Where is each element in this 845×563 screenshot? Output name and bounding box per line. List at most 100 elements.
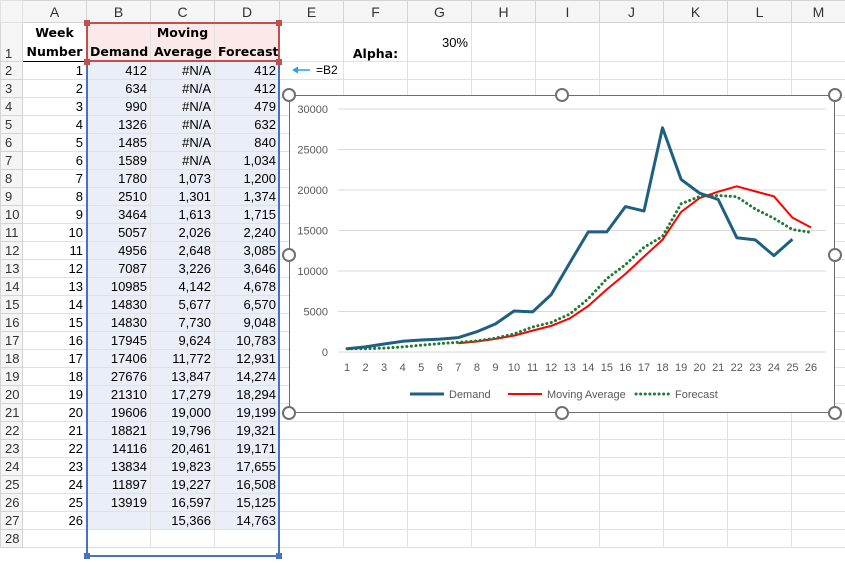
cell-A11[interactable]: 10 (22, 223, 87, 242)
cell-B26[interactable]: 13919 (86, 493, 151, 512)
chart-resize-handle[interactable] (555, 406, 569, 420)
cell-C26[interactable]: 16,597 (150, 493, 215, 512)
cell-F23[interactable] (343, 439, 408, 458)
cell-F26[interactable] (343, 493, 408, 512)
cell-G26[interactable] (407, 493, 472, 512)
cell-K27[interactable] (663, 511, 728, 530)
cell-B25[interactable]: 11897 (86, 475, 151, 494)
cell-H22[interactable] (471, 421, 536, 440)
cell-C4[interactable]: #N/A (150, 97, 215, 116)
cell-K1[interactable] (663, 22, 728, 62)
cell-D26[interactable]: 15,125 (214, 493, 280, 512)
column-header-I[interactable]: I (535, 0, 600, 23)
cell-A9[interactable]: 8 (22, 187, 87, 206)
cell-J1[interactable] (599, 22, 664, 62)
column-header-G[interactable]: G (407, 0, 472, 23)
cell-E1[interactable] (279, 22, 344, 62)
cell-D25[interactable]: 16,508 (214, 475, 280, 494)
cell-B28[interactable] (86, 529, 151, 548)
cell-D12[interactable]: 3,085 (214, 241, 280, 260)
chart-resize-handle[interactable] (282, 88, 296, 102)
cell-G24[interactable] (407, 457, 472, 476)
cell-H23[interactable] (471, 439, 536, 458)
cell-B16[interactable]: 14830 (86, 313, 151, 332)
row-header-17[interactable]: 17 (0, 331, 23, 350)
row-header-8[interactable]: 8 (0, 169, 23, 188)
row-header-28[interactable]: 28 (0, 529, 23, 548)
cell-H27[interactable] (471, 511, 536, 530)
column-header-J[interactable]: J (599, 0, 664, 23)
cell-C2[interactable]: #N/A (150, 61, 215, 80)
alpha-label[interactable]: Alpha: (343, 22, 408, 62)
resize-handle[interactable] (84, 20, 90, 26)
cell-M25[interactable] (791, 475, 845, 494)
cell-A3[interactable]: 2 (22, 79, 87, 98)
cell-C11[interactable]: 2,026 (150, 223, 215, 242)
cell-J25[interactable] (599, 475, 664, 494)
cell-L27[interactable] (727, 511, 792, 530)
cell-J26[interactable] (599, 493, 664, 512)
cell-M27[interactable] (791, 511, 845, 530)
cell-G27[interactable] (407, 511, 472, 530)
cell-A22[interactable]: 21 (22, 421, 87, 440)
cell-B21[interactable]: 19606 (86, 403, 151, 422)
cell-C14[interactable]: 4,142 (150, 277, 215, 296)
cell-L26[interactable] (727, 493, 792, 512)
cell-C9[interactable]: 1,301 (150, 187, 215, 206)
cell-I24[interactable] (535, 457, 600, 476)
cell-H1[interactable] (471, 22, 536, 62)
cell-B14[interactable]: 10985 (86, 277, 151, 296)
cell-C10[interactable]: 1,613 (150, 205, 215, 224)
cell-A5[interactable]: 4 (22, 115, 87, 134)
cell-D23[interactable]: 19,171 (214, 439, 280, 458)
cell-I25[interactable] (535, 475, 600, 494)
select-all-corner[interactable] (0, 0, 23, 23)
cell-M28[interactable] (791, 529, 845, 548)
cell-D28[interactable] (214, 529, 280, 548)
cell-C28[interactable] (150, 529, 215, 548)
cell-M23[interactable] (791, 439, 845, 458)
cell-F2[interactable] (343, 61, 408, 80)
cell-D2[interactable]: 412 (214, 61, 280, 80)
cell-C8[interactable]: 1,073 (150, 169, 215, 188)
cell-L23[interactable] (727, 439, 792, 458)
cell-L24[interactable] (727, 457, 792, 476)
cell-D18[interactable]: 12,931 (214, 349, 280, 368)
cell-J27[interactable] (599, 511, 664, 530)
cell-C7[interactable]: #N/A (150, 151, 215, 170)
cell-C23[interactable]: 20,461 (150, 439, 215, 458)
resize-handle[interactable] (84, 553, 90, 559)
cell-J2[interactable] (599, 61, 664, 80)
cell-A18[interactable]: 17 (22, 349, 87, 368)
cell-D22[interactable]: 19,321 (214, 421, 280, 440)
row-header-27[interactable]: 27 (0, 511, 23, 530)
cell-B22[interactable]: 18821 (86, 421, 151, 440)
cell-F25[interactable] (343, 475, 408, 494)
row-header-5[interactable]: 5 (0, 115, 23, 134)
cell-M1[interactable] (791, 22, 845, 62)
cell-J23[interactable] (599, 439, 664, 458)
row-header-9[interactable]: 9 (0, 187, 23, 206)
row-header-7[interactable]: 7 (0, 151, 23, 170)
cell-B1[interactable]: Demand (86, 22, 151, 62)
row-header-26[interactable]: 26 (0, 493, 23, 512)
cell-I27[interactable] (535, 511, 600, 530)
row-header-22[interactable]: 22 (0, 421, 23, 440)
cell-D27[interactable]: 14,763 (214, 511, 280, 530)
cell-A27[interactable]: 26 (22, 511, 87, 530)
cell-E25[interactable] (279, 475, 344, 494)
cell-C18[interactable]: 11,772 (150, 349, 215, 368)
cell-H2[interactable] (471, 61, 536, 80)
cell-K2[interactable] (663, 61, 728, 80)
cell-D19[interactable]: 14,274 (214, 367, 280, 386)
cell-L1[interactable] (727, 22, 792, 62)
cell-E23[interactable] (279, 439, 344, 458)
cell-B8[interactable]: 1780 (86, 169, 151, 188)
column-header-M[interactable]: M (791, 0, 845, 23)
cell-D21[interactable]: 19,199 (214, 403, 280, 422)
cell-I22[interactable] (535, 421, 600, 440)
cell-F22[interactable] (343, 421, 408, 440)
row-header-4[interactable]: 4 (0, 97, 23, 116)
row-header-24[interactable]: 24 (0, 457, 23, 476)
cell-A2[interactable]: 1 (22, 61, 87, 80)
